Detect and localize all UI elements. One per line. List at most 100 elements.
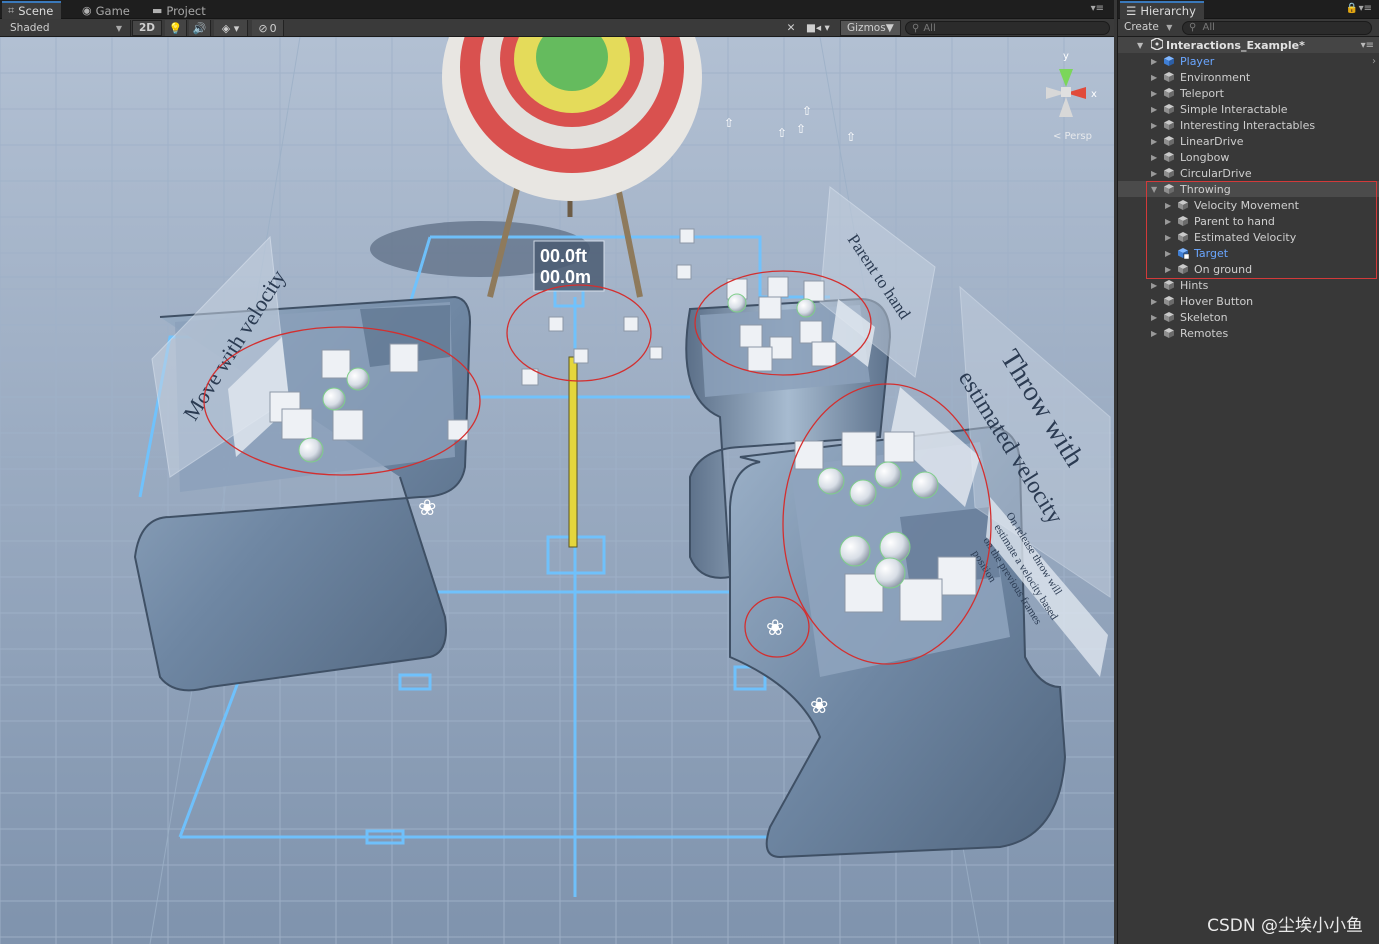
collapsed-arrow-icon[interactable]: ▶: [1151, 137, 1157, 146]
svg-text:❀: ❀: [418, 496, 436, 521]
scene-menu-icon[interactable]: ▾≡: [1361, 40, 1374, 51]
hierarchy-item-label: On ground: [1194, 262, 1253, 276]
hierarchy-item-estimated-velocity[interactable]: ▶ Estimated Velocity: [1118, 229, 1379, 245]
tab-label: Scene: [18, 4, 54, 18]
gameobject-cube-icon: [1164, 136, 1174, 146]
create-dropdown[interactable]: Create ▼: [1124, 21, 1172, 33]
hierarchy-search-input[interactable]: ⚲ All: [1182, 21, 1372, 35]
panel-menu-icon[interactable]: ▾≡: [1091, 3, 1104, 14]
collapsed-arrow-icon[interactable]: ▶: [1151, 121, 1157, 130]
hierarchy-item-on-ground[interactable]: ▶ On ground: [1118, 261, 1379, 277]
2d-mode-toggle[interactable]: 2D: [132, 20, 163, 36]
camera-dropdown[interactable]: ■◂ ▾: [806, 20, 836, 36]
hierarchy-item-label: Hover Button: [1180, 294, 1254, 308]
collapsed-arrow-icon[interactable]: ▶: [1151, 313, 1157, 322]
collapsed-arrow-icon[interactable]: ▶: [1165, 233, 1171, 242]
scene-root-row[interactable]: ▼ Interactions_Example* ▾≡: [1118, 37, 1379, 53]
gameobject-cube-icon: [1164, 88, 1174, 98]
gameobject-cube-icon: [1178, 200, 1188, 210]
search-icon: ⚲: [912, 22, 920, 34]
collapsed-arrow-icon[interactable]: ▶: [1165, 201, 1171, 210]
gizmos-dropdown[interactable]: Gizmos ▼: [840, 20, 901, 36]
collapsed-arrow-icon[interactable]: ▶: [1151, 105, 1157, 114]
hierarchy-item-label: CircularDrive: [1180, 166, 1252, 180]
tab-hierarchy[interactable]: ☰ Hierarchy: [1120, 1, 1204, 19]
orientation-gizmo[interactable]: y x: [1031, 45, 1106, 145]
scene-search-input[interactable]: ⚲ All: [905, 21, 1110, 35]
scene-render: 00.0ft 00.0m Move with velocity Parent t…: [0, 37, 1114, 944]
hierarchy-toolbar: Create ▼ ⚲ All: [1118, 19, 1379, 37]
gameobject-cube-icon: [1164, 104, 1174, 114]
prefab-open-arrow-icon[interactable]: ›: [1372, 56, 1376, 67]
persp-label[interactable]: < Persp: [1053, 131, 1092, 142]
hierarchy-item-label: Skeleton: [1180, 310, 1228, 324]
audio-toggle[interactable]: 🔊: [189, 20, 211, 36]
hierarchy-item-label: Teleport: [1180, 86, 1224, 100]
collapsed-arrow-icon[interactable]: ▶: [1151, 89, 1157, 98]
hierarchy-item-parent-to-hand[interactable]: ▶ Parent to hand: [1118, 213, 1379, 229]
shading-mode-label: Shaded: [10, 22, 50, 34]
collapsed-arrow-icon[interactable]: ▶: [1165, 249, 1171, 258]
gameobject-cube-icon: [1164, 120, 1174, 130]
list-icon: ☰: [1126, 4, 1137, 18]
hierarchy-item-lineardrive[interactable]: ▶ LinearDrive: [1118, 133, 1379, 149]
expanded-arrow-icon[interactable]: ▼: [1151, 185, 1157, 194]
hierarchy-item-hints[interactable]: ▶ Hints: [1118, 277, 1379, 293]
chevron-down-icon: ▼: [1166, 23, 1173, 32]
hierarchy-item-skeleton[interactable]: ▶ Skeleton: [1118, 309, 1379, 325]
gizmo-axis-x: x: [1091, 89, 1097, 100]
measuring-tape: [568, 356, 578, 548]
hierarchy-item-longbow[interactable]: ▶ Longbow: [1118, 149, 1379, 165]
collapsed-arrow-icon[interactable]: ▶: [1151, 329, 1157, 338]
hierarchy-item-hover-button[interactable]: ▶ Hover Button: [1118, 293, 1379, 309]
lock-icon[interactable]: 🔒: [1346, 3, 1358, 14]
hierarchy-item-label: Throwing: [1180, 182, 1231, 196]
prefab-cube-icon: [1164, 56, 1174, 66]
collapsed-arrow-icon[interactable]: ▶: [1151, 297, 1157, 306]
hierarchy-item-label: Player: [1180, 54, 1215, 68]
collapsed-arrow-icon[interactable]: ▶: [1151, 281, 1157, 290]
hierarchy-item-target[interactable]: ▶ Target: [1118, 245, 1379, 261]
hierarchy-item-throwing[interactable]: ▼ Throwing: [1118, 181, 1379, 197]
hierarchy-item-label: Velocity Movement: [1194, 198, 1299, 212]
collapsed-arrow-icon[interactable]: ▶: [1151, 169, 1157, 178]
hidden-objects-toggle[interactable]: ⊘ 0: [252, 20, 284, 36]
unity-scene-icon: [1151, 38, 1163, 50]
unity-editor: ⌗ Scene ◉ Game ▬ Project ▾≡ Shaded ▼ 2D …: [0, 0, 1379, 944]
hierarchy-item-player[interactable]: ▶ Player ›: [1118, 53, 1379, 69]
hierarchy-item-velocity-movement[interactable]: ▶ Velocity Movement: [1118, 197, 1379, 213]
effects-dropdown[interactable]: ◈ ▾: [214, 20, 248, 36]
hierarchy-item-label: Environment: [1180, 70, 1251, 84]
hierarchy-list: ▼ Interactions_Example* ▾≡ ▶ Player › ▶ Envi…: [1118, 37, 1379, 341]
search-placeholder: All: [923, 22, 936, 34]
tab-scene[interactable]: ⌗ Scene: [2, 1, 62, 19]
collapsed-arrow-icon[interactable]: ▶: [1151, 153, 1157, 162]
expand-arrow-icon[interactable]: ▼: [1137, 41, 1143, 50]
panel-menu-icon[interactable]: ▾≡: [1359, 3, 1372, 14]
hierarchy-item-label: Remotes: [1180, 326, 1229, 340]
collapsed-arrow-icon[interactable]: ▶: [1151, 57, 1157, 66]
hierarchy-item-interesting-interactables[interactable]: ▶ Interesting Interactables: [1118, 117, 1379, 133]
hierarchy-item-teleport[interactable]: ▶ Teleport: [1118, 85, 1379, 101]
collapsed-arrow-icon[interactable]: ▶: [1151, 73, 1157, 82]
hierarchy-item-remotes[interactable]: ▶ Remotes: [1118, 325, 1379, 341]
svg-text:⇧: ⇧: [777, 126, 787, 140]
gameobject-cube-icon: [1164, 328, 1174, 338]
tab-project[interactable]: ▬ Project: [146, 2, 214, 19]
tab-game[interactable]: ◉ Game: [76, 2, 138, 19]
svg-text:⇧: ⇧: [846, 130, 856, 144]
lighting-toggle[interactable]: 💡: [165, 20, 187, 36]
shading-mode-dropdown[interactable]: Shaded ▼: [4, 20, 128, 36]
scene-viewport[interactable]: 00.0ft 00.0m Move with velocity Parent t…: [0, 37, 1114, 944]
collapsed-arrow-icon[interactable]: ▶: [1165, 217, 1171, 226]
hierarchy-item-circulardrive[interactable]: ▶ CircularDrive: [1118, 165, 1379, 181]
gameobject-cube-icon: [1164, 72, 1174, 82]
search-placeholder: All: [1202, 22, 1215, 33]
gameobject-cube-icon: [1164, 312, 1174, 322]
svg-text:❀: ❀: [810, 694, 828, 719]
collapsed-arrow-icon[interactable]: ▶: [1165, 265, 1171, 274]
tools-button[interactable]: ✕: [782, 20, 800, 36]
hierarchy-item-simple-interactable[interactable]: ▶ Simple Interactable: [1118, 101, 1379, 117]
hierarchy-item-environment[interactable]: ▶ Environment: [1118, 69, 1379, 85]
tab-label: Project: [166, 3, 206, 18]
